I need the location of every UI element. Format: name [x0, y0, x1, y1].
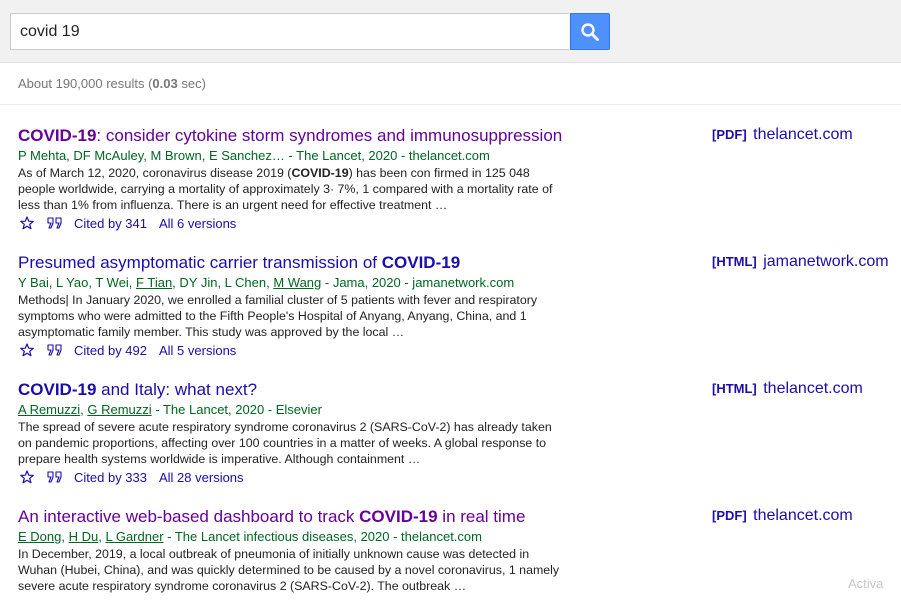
- fulltext-link[interactable]: [PDF] thelancet.com: [712, 126, 853, 144]
- snippet-part: As of March 12, 2020, coronavirus diseas…: [18, 166, 292, 180]
- result-actions: Cited by 341 All 6 versions: [18, 215, 248, 231]
- author-text: , DY Jin, L Chen,: [172, 275, 274, 290]
- magnifier-icon: [581, 22, 599, 41]
- fulltext-format: [PDF]: [712, 508, 747, 523]
- result-title-part: An interactive web-based dashboard to tr…: [18, 507, 360, 526]
- fulltext-format: [HTML]: [712, 254, 757, 269]
- star-icon[interactable]: [18, 469, 36, 485]
- star-icon[interactable]: [18, 342, 36, 358]
- results-stats-bar: About 190,000 results (0.03 sec): [0, 63, 901, 105]
- fulltext-site: thelancet.com: [763, 380, 863, 397]
- result-title-part: COVID-19: [359, 507, 438, 526]
- result-title-part: in real time: [437, 507, 526, 526]
- author-text: Y Bai, L Yao, T Wei,: [18, 275, 137, 290]
- fulltext-link[interactable]: [HTML] thelancet.com: [712, 380, 863, 398]
- search-result: An interactive web-based dashboard to tr…: [0, 485, 901, 612]
- author-link[interactable]: H Du: [69, 529, 99, 544]
- result-snippet: In December, 2019, a local outbreak of p…: [18, 546, 563, 594]
- quote-icon[interactable]: [46, 215, 64, 231]
- quote-icon[interactable]: [46, 469, 64, 485]
- result-authors: E Dong, H Du, L Gardner - The Lancet inf…: [18, 529, 482, 544]
- search-header: [0, 0, 901, 63]
- author-link[interactable]: M Wang: [273, 275, 321, 290]
- search-button[interactable]: [570, 13, 610, 50]
- search-result: Presumed asymptomatic carrier transmissi…: [0, 231, 901, 358]
- result-title-link[interactable]: COVID-19: consider cytokine storm syndro…: [18, 126, 562, 146]
- result-authors: Y Bai, L Yao, T Wei, F Tian, DY Jin, L C…: [18, 275, 514, 290]
- fulltext-format: [PDF]: [712, 127, 747, 142]
- result-title-link[interactable]: COVID-19 and Italy: what next?: [18, 380, 257, 400]
- versions-link[interactable]: All 28 versions: [159, 470, 244, 485]
- author-link[interactable]: G Remuzzi: [87, 402, 151, 417]
- versions-link[interactable]: All 5 versions: [159, 343, 236, 358]
- star-icon[interactable]: [18, 215, 36, 231]
- snippet-part: The spread of severe acute respiratory s…: [18, 420, 552, 466]
- result-title-link[interactable]: Presumed asymptomatic carrier transmissi…: [18, 253, 460, 273]
- author-text: - The Lancet infectious diseases, 2020 -…: [163, 529, 482, 544]
- fulltext-link[interactable]: [PDF] thelancet.com: [712, 507, 853, 525]
- result-actions: Cited by 492 All 5 versions: [18, 342, 248, 358]
- result-title-part: COVID-19: [18, 380, 97, 399]
- result-title-part: Presumed asymptomatic carrier transmissi…: [18, 253, 382, 272]
- search-result: COVID-19: consider cytokine storm syndro…: [0, 104, 901, 231]
- cited-by-link[interactable]: Cited by 333: [74, 470, 147, 485]
- result-title-link[interactable]: An interactive web-based dashboard to tr…: [18, 507, 525, 527]
- author-link[interactable]: F Tian: [136, 275, 172, 290]
- result-title-part: COVID-19: [381, 253, 461, 272]
- results-time: 0.03: [152, 76, 178, 91]
- result-snippet: Methods| In January 2020, we enrolled a …: [18, 292, 563, 340]
- search-box: [10, 13, 569, 50]
- result-authors: A Remuzzi, G Remuzzi - The Lancet, 2020 …: [18, 402, 322, 417]
- result-snippet: The spread of severe acute respiratory s…: [18, 419, 563, 467]
- fulltext-link[interactable]: [HTML] jamanetwork.com: [712, 253, 889, 271]
- author-text: - The Lancet, 2020 - Elsevier: [151, 402, 322, 417]
- fulltext-site: thelancet.com: [753, 507, 853, 524]
- versions-link[interactable]: All 6 versions: [159, 216, 236, 231]
- fulltext-site: thelancet.com: [753, 126, 853, 143]
- results-count-prefix: About 190,000 results (: [18, 76, 153, 91]
- result-title-part: : consider cytokine storm syndromes and …: [96, 126, 563, 145]
- snippet-part: Methods| In January 2020, we enrolled a …: [18, 293, 538, 339]
- author-text: ,: [61, 529, 69, 544]
- author-link[interactable]: A Remuzzi: [18, 402, 80, 417]
- snippet-part: In December, 2019, a local outbreak of p…: [18, 547, 560, 593]
- author-link[interactable]: E Dong: [18, 529, 61, 544]
- cited-by-link[interactable]: Cited by 341: [74, 216, 147, 231]
- cited-by-link[interactable]: Cited by 492: [74, 343, 147, 358]
- snippet-part: COVID-19: [291, 166, 349, 180]
- result-title-part: and Italy: what next?: [96, 380, 258, 399]
- results-count: About 190,000 results (0.03 sec): [18, 76, 206, 91]
- author-link[interactable]: L Gardner: [105, 529, 163, 544]
- search-result: COVID-19 and Italy: what next? A Remuzzi,…: [0, 358, 901, 485]
- result-snippet: As of March 12, 2020, coronavirus diseas…: [18, 165, 563, 213]
- result-actions: Cited by 333 All 28 versions: [18, 469, 256, 485]
- search-input[interactable]: [11, 14, 569, 49]
- results-count-suffix: sec): [177, 76, 206, 91]
- result-title-part: COVID-19: [18, 126, 97, 145]
- fulltext-format: [HTML]: [712, 381, 757, 396]
- result-authors: P Mehta, DF McAuley, M Brown, E Sanchez……: [18, 148, 490, 163]
- author-text: - Jama, 2020 - jamanetwork.com: [321, 275, 515, 290]
- quote-icon[interactable]: [46, 342, 64, 358]
- fulltext-site: jamanetwork.com: [763, 253, 889, 270]
- watermark-text: Activa: [848, 576, 884, 591]
